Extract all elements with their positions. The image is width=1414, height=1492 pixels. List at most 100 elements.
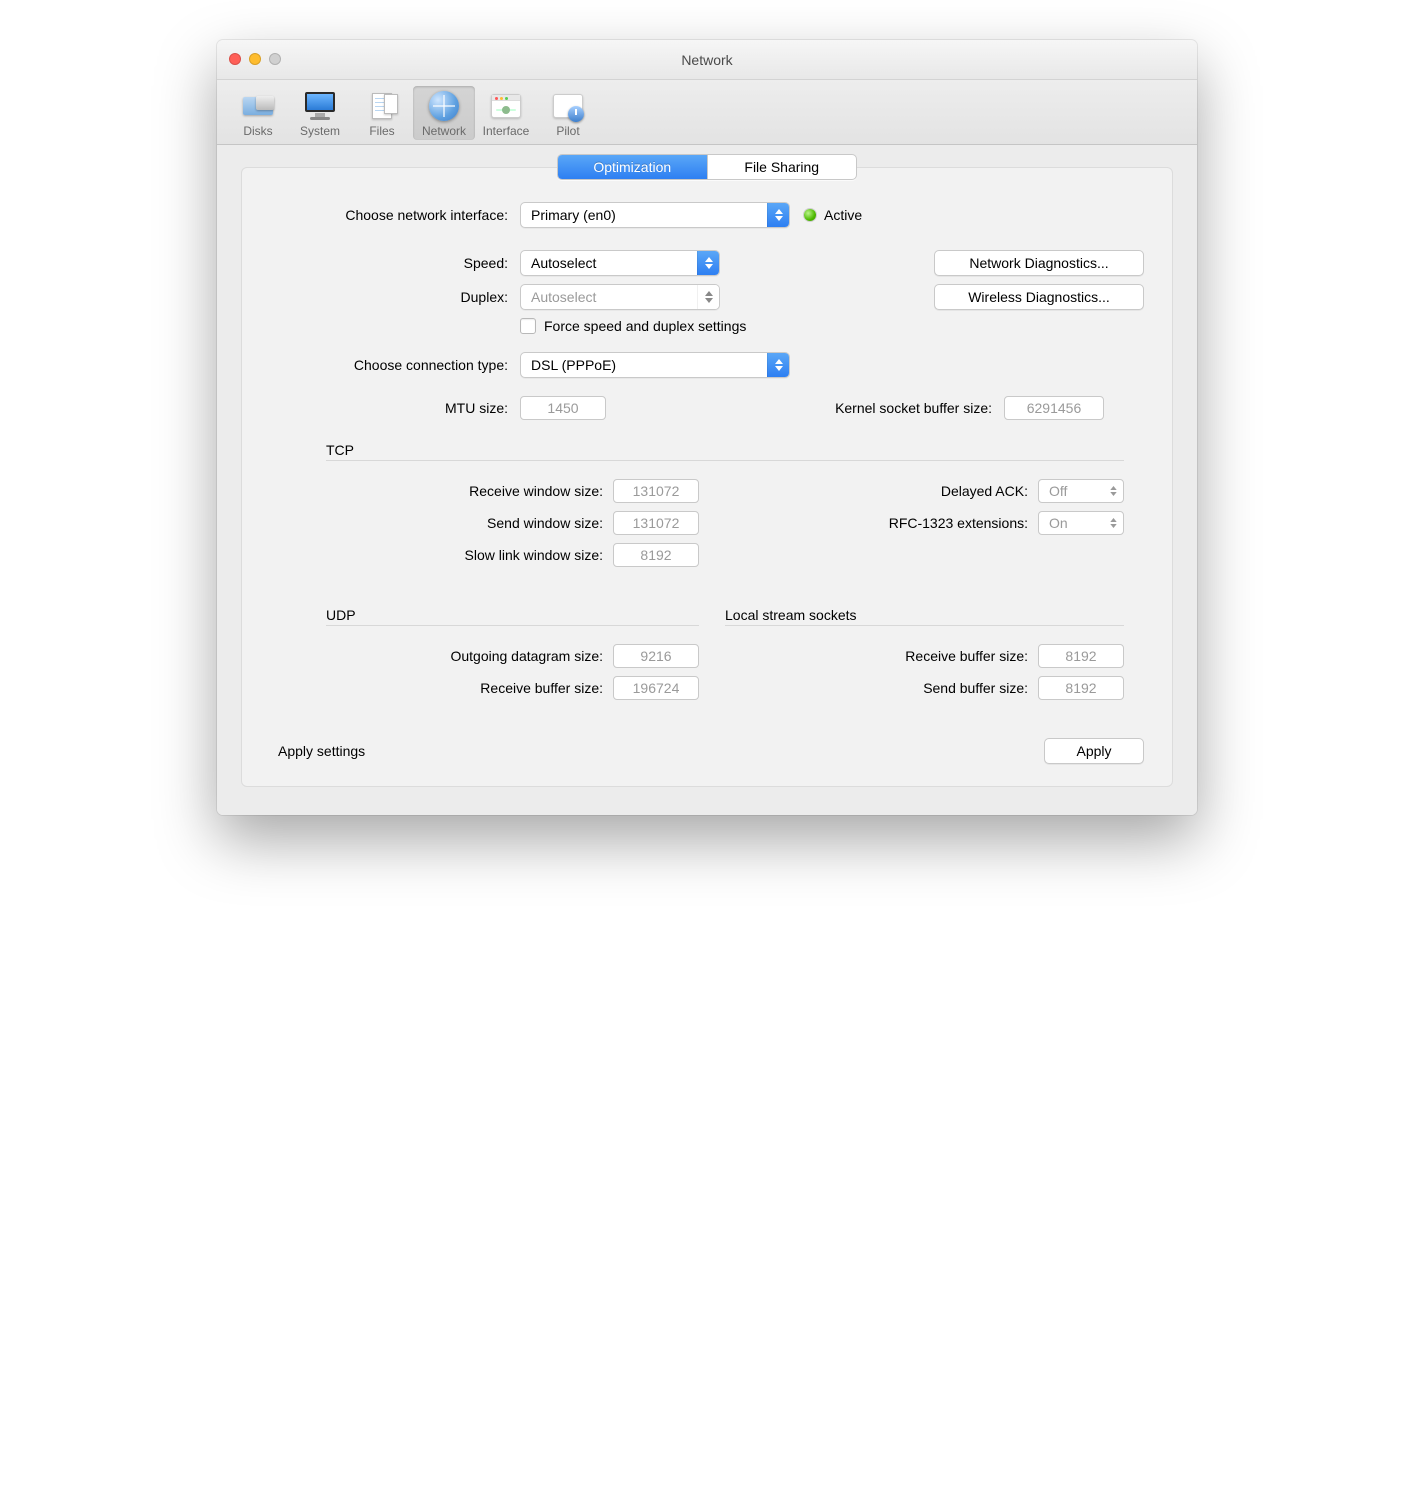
speed-select[interactable]: Autoselect [520,250,720,276]
interface-select-value: Primary (en0) [531,207,616,223]
tcp-slow-input[interactable]: 8192 [613,543,699,567]
window-controls [229,53,281,65]
zoom-icon [269,53,281,65]
speed-select-value: Autoselect [531,255,596,271]
divider [326,460,1124,461]
duplex-select-value: Autoselect [531,289,596,305]
wireless-diagnostics-button[interactable]: Wireless Diagnostics... [934,284,1144,310]
tab-files[interactable]: Files [351,86,413,140]
tab-disks[interactable]: Disks [227,86,289,140]
chevron-updown-icon [697,285,719,309]
kbuf-label: Kernel socket buffer size: [606,400,1004,416]
divider [725,625,1124,626]
chevron-updown-icon [1106,512,1120,534]
chevron-updown-icon [697,251,719,275]
row-rfc1323: RFC-1323 extensions: On [725,511,1124,535]
row-speed: Speed: Autoselect Network Diagnostics... [270,250,1144,276]
tab-pilot-label: Pilot [556,124,579,138]
tab-network[interactable]: Network [413,86,475,140]
rfc1323-select[interactable]: On [1038,511,1124,535]
close-icon[interactable] [229,53,241,65]
row-tcp-recv: Receive window size: 131072 [300,479,699,503]
tcp-recv-input[interactable]: 131072 [613,479,699,503]
section-tcp-title: TCP [326,442,1144,458]
udp-local-headers: UDP Local stream sockets [300,585,1124,636]
tcp-slow-label: Slow link window size: [465,547,604,563]
mtu-label: MTU size: [270,400,520,416]
local-recv-label: Receive buffer size: [905,648,1028,664]
local-send-input[interactable]: 8192 [1038,676,1124,700]
interface-icon [488,90,524,122]
network-diagnostics-button[interactable]: Network Diagnostics... [934,250,1144,276]
tab-interface[interactable]: Interface [475,86,537,140]
chevron-updown-icon [767,353,789,377]
row-interface: Choose network interface: Primary (en0) … [270,202,1144,228]
tab-files-label: Files [369,124,394,138]
udp-local-grid: Outgoing datagram size: 9216 Receive buf… [300,636,1124,708]
row-delayed-ack: Delayed ACK: Off [725,479,1124,503]
network-icon [426,90,462,122]
disks-icon [240,90,276,122]
tcp-grid: Receive window size: 131072 Send window … [300,471,1124,575]
connection-select[interactable]: DSL (PPPoE) [520,352,790,378]
row-udp-recv: Receive buffer size: 196724 [300,676,699,700]
row-tcp-slow: Slow link window size: 8192 [300,543,699,567]
force-checkbox-label: Force speed and duplex settings [544,318,746,334]
duplex-label: Duplex: [270,289,520,305]
row-local-recv: Receive buffer size: 8192 [725,644,1124,668]
udp-recv-input[interactable]: 196724 [613,676,699,700]
interface-status: Active [824,207,862,223]
row-connection: Choose connection type: DSL (PPPoE) [270,352,1144,378]
segtab-filesharing[interactable]: File Sharing [707,155,857,179]
tab-system[interactable]: System [289,86,351,140]
panel: Optimization File Sharing Choose network… [241,167,1173,787]
toolbar: Disks System Files Network Interface Pil… [217,80,1197,145]
delayed-ack-value: Off [1049,483,1067,499]
status-dot-icon [804,209,816,221]
connection-label: Choose connection type: [270,357,520,373]
kbuf-input[interactable]: 6291456 [1004,396,1104,420]
force-checkbox-row: Force speed and duplex settings [520,318,1144,334]
tcp-send-label: Send window size: [487,515,603,531]
minimize-icon[interactable] [249,53,261,65]
mtu-input[interactable]: 1450 [520,396,606,420]
force-checkbox[interactable] [520,318,536,334]
tcp-send-input[interactable]: 131072 [613,511,699,535]
section-local-title: Local stream sockets [725,607,1124,623]
apply-settings-label: Apply settings [278,743,365,759]
rfc1323-value: On [1049,515,1068,531]
local-recv-input[interactable]: 8192 [1038,644,1124,668]
segtab-optimization[interactable]: Optimization [558,155,707,179]
content: Optimization File Sharing Choose network… [217,145,1197,815]
tab-interface-label: Interface [483,124,530,138]
interface-label: Choose network interface: [270,207,520,223]
titlebar: Network [217,40,1197,80]
section-udp-title: UDP [326,607,699,623]
footer: Apply settings Apply [270,738,1144,764]
interface-select[interactable]: Primary (en0) [520,202,790,228]
chevron-updown-icon [1106,480,1120,502]
divider [326,625,699,626]
system-icon [302,90,338,122]
tab-system-label: System [300,124,340,138]
delayed-ack-select[interactable]: Off [1038,479,1124,503]
tab-disks-label: Disks [243,124,272,138]
preferences-window: Network Disks System Files Network Inter… [217,40,1197,815]
row-local-send: Send buffer size: 8192 [725,676,1124,700]
row-duplex: Duplex: Autoselect Wireless Diagnostics.… [270,284,1144,310]
delayed-ack-label: Delayed ACK: [941,483,1028,499]
udp-out-input[interactable]: 9216 [613,644,699,668]
tcp-recv-label: Receive window size: [469,483,603,499]
duplex-select[interactable]: Autoselect [520,284,720,310]
tab-pilot[interactable]: Pilot [537,86,599,140]
speed-label: Speed: [270,255,520,271]
local-send-label: Send buffer size: [923,680,1028,696]
window-title: Network [681,52,732,68]
row-mtu-kbuf: MTU size: 1450 Kernel socket buffer size… [270,396,1144,420]
apply-button[interactable]: Apply [1044,738,1144,764]
rfc1323-label: RFC-1323 extensions: [889,515,1028,531]
chevron-updown-icon [767,203,789,227]
files-icon [364,90,400,122]
connection-select-value: DSL (PPPoE) [531,357,616,373]
udp-recv-label: Receive buffer size: [480,680,603,696]
